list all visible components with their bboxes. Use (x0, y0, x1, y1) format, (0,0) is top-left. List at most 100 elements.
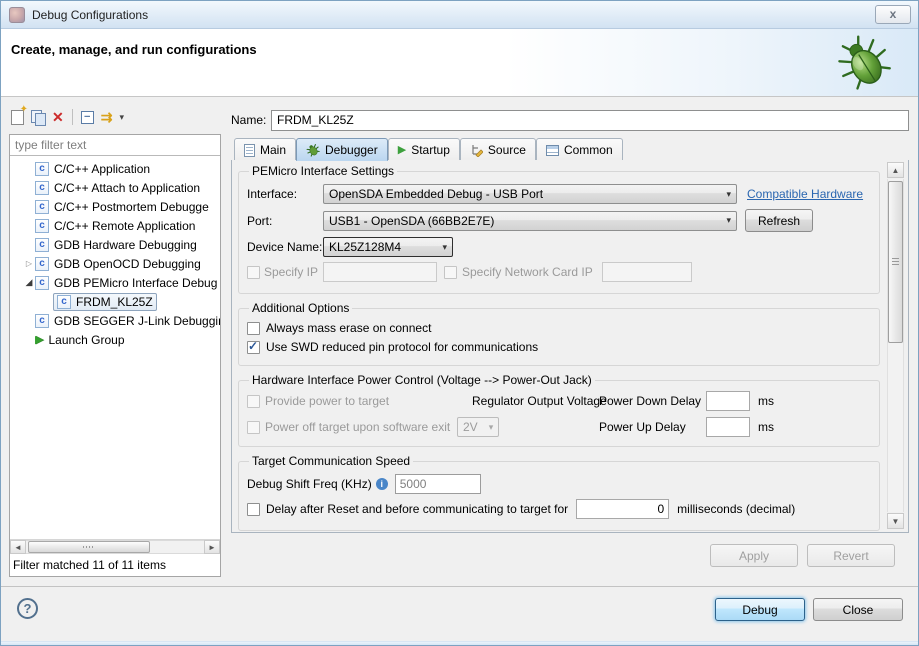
name-label: Name: (231, 113, 267, 127)
tree-item-label: C/C++ Remote Application (54, 218, 196, 233)
common-table-icon (545, 144, 559, 156)
group-pemicro-interface-settings: PEMicro Interface Settings Interface: Op… (238, 164, 880, 294)
toolbar-menu-caret-icon[interactable]: ▾ (119, 112, 124, 123)
debug-shift-freq-label: Debug Shift Freq (KHz) (247, 477, 372, 491)
main-area: ✕ − ⇉ ▾ c C/C++ Application c C/C++ Atta… (1, 97, 918, 586)
checkbox (444, 265, 457, 279)
c-file-icon: c (35, 180, 49, 195)
name-input[interactable] (271, 109, 909, 131)
power-down-delay-field (706, 391, 750, 411)
interface-label: Interface: (247, 187, 298, 201)
expanded-arrow-icon[interactable]: ◢ (23, 277, 35, 288)
checkbox (247, 265, 260, 279)
debugger-tab-content: PEMicro Interface Settings Interface: Op… (231, 160, 909, 533)
debug-button[interactable]: Debug (715, 598, 805, 621)
tab-common[interactable]: Common (535, 138, 623, 161)
content-vertical-scrollbar[interactable]: ▲ ▼ (887, 162, 904, 529)
collapsed-arrow-icon[interactable]: ▷ (23, 259, 35, 268)
toolbar-separator (71, 109, 73, 125)
delay-field[interactable] (576, 499, 670, 519)
tree-item-cpp-attach[interactable]: c C/C++ Attach to Application (10, 178, 220, 197)
collapse-all-icon[interactable]: − (80, 110, 94, 124)
tree-item-gdb-pemicro[interactable]: ◢ c GDB PEMicro Interface Debug (10, 273, 220, 292)
info-icon[interactable]: i (375, 478, 388, 490)
power-up-delay-field (706, 417, 750, 437)
scroll-down-icon[interactable]: ▼ (887, 513, 904, 529)
specify-ip-field (323, 262, 437, 282)
window-title: Debug Configurations (32, 7, 149, 22)
refresh-button[interactable]: Refresh (745, 209, 814, 232)
title-bar[interactable]: Debug Configurations x (1, 1, 918, 29)
interface-combo[interactable]: OpenSDA Embedded Debug - USB Port ▾ (323, 184, 737, 204)
provide-power-checkbox: Provide power to target (247, 394, 389, 408)
tree-item-gdb-hardware[interactable]: c GDB Hardware Debugging (10, 235, 220, 254)
bug-image (838, 35, 891, 90)
device-name-combo[interactable]: KL25Z128M4 ▾ (323, 237, 453, 257)
specify-network-checkbox: Specify Network Card IP (444, 265, 593, 279)
tree-item-launch-group[interactable]: ▶ Launch Group (10, 330, 220, 349)
tree-item-label: Launch Group (48, 332, 125, 347)
delay-after-reset-checkbox[interactable]: Delay after Reset and before communicati… (247, 502, 568, 516)
checkbox[interactable] (247, 321, 260, 335)
checkbox[interactable] (247, 502, 260, 516)
compatible-hardware-link[interactable]: Compatible Hardware (747, 187, 863, 201)
filter-status: Filter matched 11 of 11 items (10, 554, 220, 576)
scroll-left-icon[interactable]: ◄ (10, 540, 26, 554)
group-additional-options: Additional Options Always mass erase on … (238, 301, 880, 366)
tab-main[interactable]: Main (234, 138, 297, 161)
revert-button: Revert (807, 544, 895, 567)
launch-toolbar: ✕ − ⇉ ▾ (11, 104, 124, 128)
scroll-right-icon[interactable]: ► (204, 540, 220, 554)
check-icon: ✓ (248, 338, 259, 353)
delay-unit-label: milliseconds (decimal) (677, 502, 796, 516)
tab-startup[interactable]: ▶ Startup (387, 138, 460, 161)
specify-ip-checkbox: Specify IP (247, 265, 323, 279)
scrollbar-thumb[interactable] (888, 181, 903, 343)
tree-item-label: GDB PEMicro Interface Debug (54, 275, 218, 290)
filter-icon[interactable]: ⇉ (101, 110, 113, 124)
group-target-communication-speed: Target Communication Speed Debug Shift F… (238, 454, 880, 531)
duplicate-configuration-icon[interactable] (31, 109, 46, 126)
c-file-icon: c (57, 294, 71, 309)
tab-debugger[interactable]: Debugger (296, 138, 388, 161)
close-button[interactable]: Close (813, 598, 903, 621)
debug-configurations-dialog: Debug Configurations x Create, manage, a… (0, 0, 919, 646)
voltage-combo: 2V ▾ (457, 417, 499, 437)
checkbox-checked[interactable]: ✓ (247, 338, 260, 354)
mass-erase-checkbox[interactable]: Always mass erase on connect (247, 321, 871, 335)
tree-item-cpp-remote[interactable]: c C/C++ Remote Application (10, 216, 220, 235)
power-down-delay-label: Power Down Delay (599, 394, 702, 408)
scrollbar-thumb[interactable] (28, 541, 150, 553)
regulator-voltage-label: Regulator Output Voltage (472, 394, 607, 408)
new-configuration-icon[interactable] (11, 104, 28, 125)
delete-configuration-icon[interactable]: ✕ (52, 110, 64, 124)
c-file-icon: c (35, 199, 49, 214)
configuration-tree: c C/C++ Application c C/C++ Attach to Ap… (10, 156, 220, 539)
configurations-panel: c C/C++ Application c C/C++ Attach to Ap… (9, 134, 221, 577)
apply-button: Apply (710, 544, 798, 567)
tree-item-label: C/C++ Postmortem Debugge (54, 199, 209, 214)
tree-item-frdm-kl25z[interactable]: c FRDM_KL25Z (10, 292, 220, 311)
tree-item-label: GDB Hardware Debugging (54, 237, 197, 252)
tree-horizontal-scrollbar[interactable]: ◄ ► (10, 539, 220, 554)
port-combo[interactable]: USB1 - OpenSDA (66BB2E7E) ▾ (323, 210, 737, 231)
swd-protocol-checkbox[interactable]: ✓ Use SWD reduced pin protocol for commu… (247, 338, 871, 354)
power-down-ms-label: ms (758, 394, 774, 408)
debug-shift-freq-field[interactable] (394, 474, 481, 494)
c-file-icon: c (35, 275, 49, 290)
scroll-up-icon[interactable]: ▲ (887, 162, 904, 178)
filter-input[interactable] (10, 135, 220, 156)
window-close-button[interactable]: x (875, 5, 911, 24)
tree-item-gdb-segger[interactable]: c GDB SEGGER J-Link Debuggin (10, 311, 220, 330)
tree-item-cpp-application[interactable]: c C/C++ Application (10, 159, 220, 178)
chevron-down-icon: ▾ (442, 241, 447, 252)
tree-item-gdb-openocd[interactable]: ▷ c GDB OpenOCD Debugging (10, 254, 220, 273)
apply-revert-row: Apply Revert (231, 544, 909, 567)
tree-item-label: C/C++ Attach to Application (54, 180, 201, 195)
c-file-icon: c (35, 256, 49, 271)
c-file-icon: c (35, 218, 49, 233)
help-icon[interactable]: ? (17, 598, 38, 619)
tab-source[interactable]: Source (459, 138, 536, 161)
group-title: Target Communication Speed (252, 454, 411, 468)
tree-item-cpp-postmortem[interactable]: c C/C++ Postmortem Debugge (10, 197, 220, 216)
